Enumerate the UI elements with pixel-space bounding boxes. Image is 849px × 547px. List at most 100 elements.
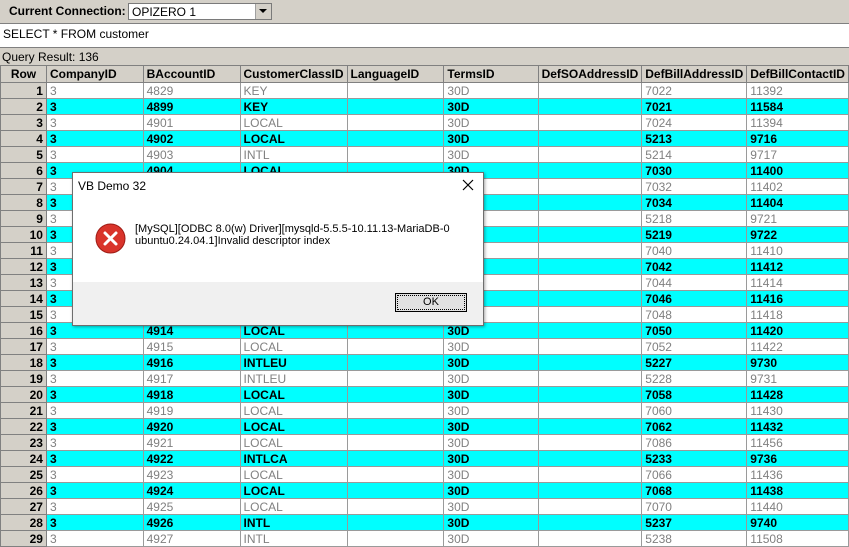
dialog-titlebar[interactable]: VB Demo 32	[73, 173, 483, 199]
table-cell[interactable]: 5227	[641, 354, 748, 371]
query-input[interactable]: SELECT * FROM customer	[0, 23, 849, 48]
table-cell[interactable]: 30D	[443, 370, 539, 387]
table-cell[interactable]: 30D	[443, 386, 539, 403]
row-number[interactable]: 10	[0, 226, 47, 243]
table-cell[interactable]: 3	[45, 98, 144, 115]
row-number[interactable]: 13	[0, 274, 47, 291]
table-cell[interactable]: LOCAL	[239, 114, 348, 131]
table-cell[interactable]: 11430	[746, 402, 849, 419]
table-cell[interactable]	[537, 338, 643, 355]
table-cell[interactable]: 9730	[746, 354, 849, 371]
table-cell[interactable]: LOCAL	[239, 466, 348, 483]
table-cell[interactable]	[537, 162, 643, 179]
table-cell[interactable]: 9722	[746, 226, 849, 243]
table-row[interactable]: 18 3 4916 INTLEU 30D 5227 9730	[0, 354, 849, 371]
row-number[interactable]: 1	[0, 82, 47, 99]
table-cell[interactable]: 4922	[142, 450, 241, 467]
table-cell[interactable]: 9740	[746, 514, 849, 531]
row-number[interactable]: 26	[0, 482, 47, 499]
row-number[interactable]: 6	[0, 162, 47, 179]
table-cell[interactable]: 7034	[641, 194, 748, 211]
table-cell[interactable]: 11438	[746, 482, 849, 499]
table-cell[interactable]	[537, 98, 643, 115]
table-cell[interactable]: 30D	[443, 130, 539, 147]
column-header[interactable]: DefBillContactID	[746, 65, 849, 83]
table-cell[interactable]: 3	[45, 82, 144, 99]
table-row[interactable]: 20 3 4918 LOCAL 30D 7058 11428	[0, 386, 849, 403]
table-cell[interactable]: 11394	[746, 114, 849, 131]
table-cell[interactable]	[537, 194, 643, 211]
table-row[interactable]: 19 3 4917 INTLEU 30D 5228 9731	[0, 370, 849, 387]
table-cell[interactable]: INTLCA	[239, 450, 348, 467]
table-cell[interactable]	[537, 290, 643, 307]
row-number[interactable]: 4	[0, 130, 47, 147]
table-cell[interactable]	[346, 530, 445, 547]
table-cell[interactable]: LOCAL	[239, 402, 348, 419]
row-number[interactable]: 27	[0, 498, 47, 515]
table-cell[interactable]: LOCAL	[239, 130, 348, 147]
table-cell[interactable]: 30D	[443, 402, 539, 419]
table-cell[interactable]	[537, 402, 643, 419]
table-cell[interactable]	[537, 434, 643, 451]
table-cell[interactable]: 11420	[746, 322, 849, 339]
table-cell[interactable]: 11412	[746, 258, 849, 275]
table-cell[interactable]	[537, 370, 643, 387]
table-cell[interactable]: 7060	[641, 402, 748, 419]
row-number[interactable]: 11	[0, 242, 47, 259]
table-cell[interactable]: 4829	[142, 82, 241, 99]
row-number[interactable]: 15	[0, 306, 47, 323]
table-cell[interactable]: KEY	[239, 98, 348, 115]
table-cell[interactable]: 5237	[641, 514, 748, 531]
table-cell[interactable]: 7021	[641, 98, 748, 115]
table-cell[interactable]: 4916	[142, 354, 241, 371]
row-number[interactable]: 18	[0, 354, 47, 371]
table-cell[interactable]	[346, 354, 445, 371]
table-cell[interactable]	[537, 418, 643, 435]
table-cell[interactable]: 7046	[641, 290, 748, 307]
table-cell[interactable]: 3	[45, 530, 144, 547]
table-cell[interactable]: 11414	[746, 274, 849, 291]
table-cell[interactable]: 11418	[746, 306, 849, 323]
table-cell[interactable]	[346, 82, 445, 99]
table-cell[interactable]: 5218	[641, 210, 748, 227]
table-cell[interactable]: 30D	[443, 418, 539, 435]
table-row[interactable]: 28 3 4926 INTL 30D 5237 9740	[0, 514, 849, 531]
table-cell[interactable]: 30D	[443, 450, 539, 467]
table-cell[interactable]: 11432	[746, 418, 849, 435]
ok-button[interactable]: OK	[395, 293, 467, 312]
table-cell[interactable]	[537, 450, 643, 467]
table-cell[interactable]: 7030	[641, 162, 748, 179]
table-cell[interactable]: LOCAL	[239, 498, 348, 515]
table-cell[interactable]: 11422	[746, 338, 849, 355]
row-number[interactable]: 19	[0, 370, 47, 387]
table-cell[interactable]: 3	[45, 130, 144, 147]
table-cell[interactable]: LOCAL	[239, 434, 348, 451]
column-header[interactable]: TermsID	[443, 65, 539, 83]
dropdown-arrow-button[interactable]	[255, 4, 271, 19]
table-cell[interactable]: INTLEU	[239, 370, 348, 387]
row-number[interactable]: 28	[0, 514, 47, 531]
table-cell[interactable]	[537, 242, 643, 259]
table-cell[interactable]: 7044	[641, 274, 748, 291]
table-cell[interactable]	[537, 354, 643, 371]
table-cell[interactable]: LOCAL	[239, 418, 348, 435]
row-number[interactable]: 5	[0, 146, 47, 163]
table-cell[interactable]: 9717	[746, 146, 849, 163]
table-cell[interactable]: 5214	[641, 146, 748, 163]
table-cell[interactable]: 4924	[142, 482, 241, 499]
table-cell[interactable]: 3	[45, 402, 144, 419]
table-cell[interactable]: KEY	[239, 82, 348, 99]
table-cell[interactable]: 3	[45, 466, 144, 483]
table-cell[interactable]	[346, 402, 445, 419]
table-cell[interactable]	[537, 82, 643, 99]
table-cell[interactable]: 3	[45, 514, 144, 531]
table-cell[interactable]: 3	[45, 434, 144, 451]
row-number[interactable]: 8	[0, 194, 47, 211]
table-cell[interactable]: 4899	[142, 98, 241, 115]
table-cell[interactable]: 30D	[443, 514, 539, 531]
table-cell[interactable]	[346, 434, 445, 451]
table-cell[interactable]	[346, 370, 445, 387]
table-cell[interactable]: 7048	[641, 306, 748, 323]
table-cell[interactable]: 30D	[443, 530, 539, 547]
table-cell[interactable]: 30D	[443, 98, 539, 115]
